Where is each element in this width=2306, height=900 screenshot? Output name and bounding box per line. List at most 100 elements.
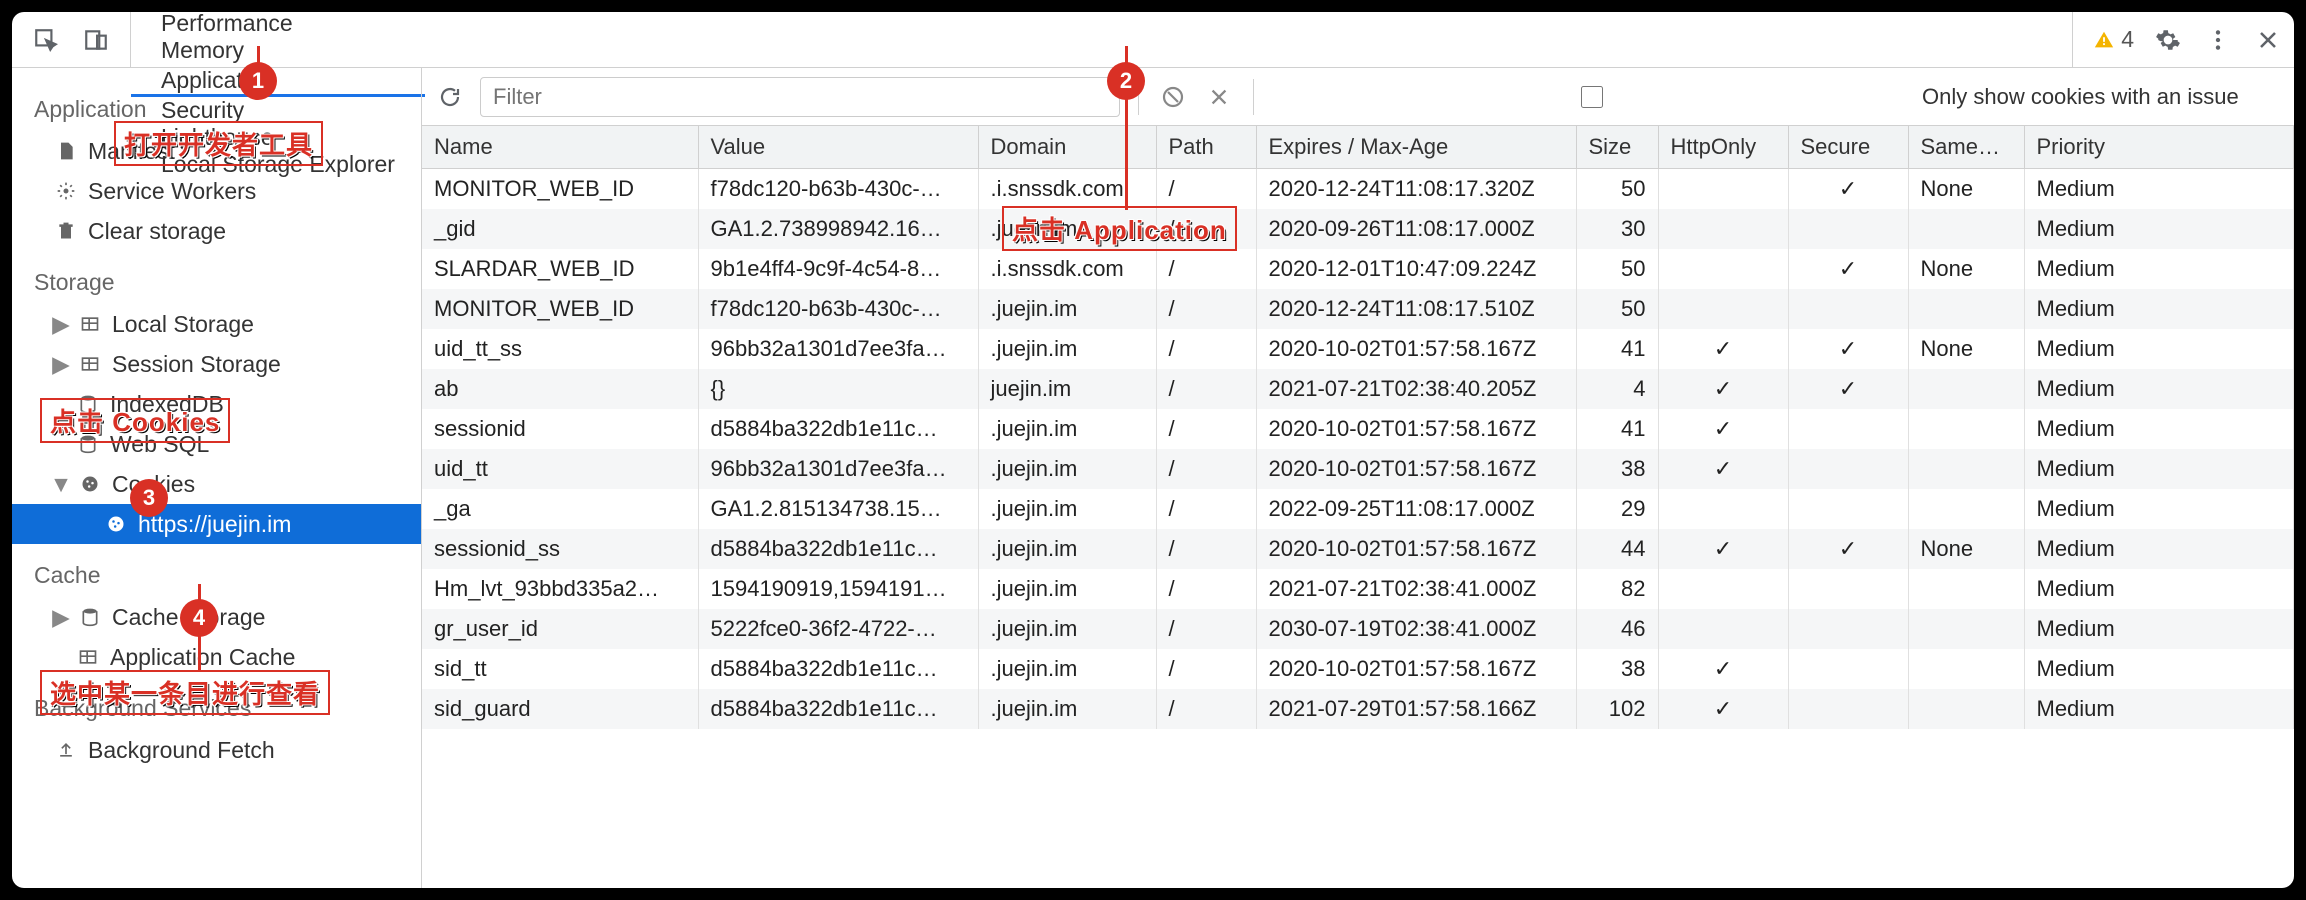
table-row[interactable]: sessionid_ssd5884ba322db1e11c….juejin.im… [422, 529, 2294, 569]
table-row[interactable]: _gidGA1.2.738998942.16….juejin.im/2020-0… [422, 209, 2294, 249]
column-header[interactable]: HttpOnly [1658, 126, 1788, 169]
cell-size: 4 [1576, 369, 1658, 409]
cell-http: ✓ [1658, 529, 1788, 569]
cookie-icon [104, 512, 128, 536]
refresh-icon[interactable] [434, 81, 466, 113]
table-row[interactable]: Hm_lvt_93bbd335a2…1594190919,1594191….ju… [422, 569, 2294, 609]
cell-http: ✓ [1658, 369, 1788, 409]
cell-prio: Medium [2024, 209, 2294, 249]
cell-http [1658, 609, 1788, 649]
annotation-line [1125, 98, 1128, 210]
device-toolbar-icon[interactable] [80, 24, 112, 56]
cell-exp: 2020-12-01T10:47:09.224Z [1256, 249, 1576, 289]
column-header[interactable]: SameS… [1908, 126, 2024, 169]
cell-exp: 2021-07-21T02:38:41.000Z [1256, 569, 1576, 609]
trash-icon [54, 219, 78, 243]
cell-name: _ga [422, 489, 698, 529]
cell-path: / [1156, 649, 1256, 689]
devtools-window: ElementsConsoleSourcesNetworkPerformance… [12, 12, 2294, 888]
only-issues-label: Only show cookies with an issue [1922, 84, 2239, 110]
cell-prio: Medium [2024, 329, 2294, 369]
cell-same [1908, 289, 2024, 329]
sidebar-item-label: Application Cache [110, 644, 295, 671]
cell-sec [1788, 689, 1908, 729]
column-header[interactable]: Name [422, 126, 698, 169]
column-header[interactable]: Secure [1788, 126, 1908, 169]
cell-prio: Medium [2024, 569, 2294, 609]
cell-prio: Medium [2024, 649, 2294, 689]
cell-same [1908, 209, 2024, 249]
column-header[interactable]: Size [1576, 126, 1658, 169]
chevron-right-icon: ▶ [54, 311, 68, 338]
cell-name: ab [422, 369, 698, 409]
sidebar-item-local-storage[interactable]: ▶Local Storage [34, 304, 421, 344]
table-row[interactable]: sessionidd5884ba322db1e11c….juejin.im/20… [422, 409, 2294, 449]
cell-http [1658, 209, 1788, 249]
table-row[interactable]: SLARDAR_WEB_ID9b1e4ff4-9c9f-4c54-8….i.sn… [422, 249, 2294, 289]
cell-path: / [1156, 569, 1256, 609]
cell-value: 9b1e4ff4-9c9f-4c54-8… [698, 249, 978, 289]
only-issues-input[interactable] [1272, 86, 1912, 108]
column-header[interactable]: Value [698, 126, 978, 169]
table-row[interactable]: MONITOR_WEB_IDf78dc120-b63b-430c-….i.sns… [422, 169, 2294, 209]
divider [1253, 79, 1254, 115]
gear-icon[interactable] [2152, 24, 2184, 56]
sidebar-item-label: Session Storage [112, 351, 281, 378]
table-row[interactable]: uid_tt96bb32a1301d7ee3fa….juejin.im/2020… [422, 449, 2294, 489]
sidebar-item-clear-storage[interactable]: Clear storage [34, 211, 421, 251]
sidebar-item-service-workers[interactable]: Service Workers [34, 171, 421, 211]
inspect-element-icon[interactable] [30, 24, 62, 56]
cell-sec: ✓ [1788, 169, 1908, 209]
tab-memory[interactable]: Memory [131, 37, 425, 64]
sidebar-item-cache-storage[interactable]: ▶Cache Storage [34, 597, 421, 637]
cell-size: 29 [1576, 489, 1658, 529]
close-icon[interactable] [2252, 24, 2284, 56]
table-row[interactable]: MONITOR_WEB_IDf78dc120-b63b-430c-….jueji… [422, 289, 2294, 329]
annotation-3: 点击 Cookies [40, 398, 230, 443]
clear-all-icon[interactable] [1157, 81, 1189, 113]
warnings-badge[interactable]: 4 [2093, 26, 2134, 53]
sidebar-item-background-fetch[interactable]: Background Fetch [34, 730, 421, 770]
cell-value: {} [698, 369, 978, 409]
cell-prio: Medium [2024, 369, 2294, 409]
cell-name: sid_tt [422, 649, 698, 689]
cookies-panel: Only show cookies with an issue NameValu… [422, 68, 2294, 888]
cell-exp: 2020-10-02T01:57:58.167Z [1256, 529, 1576, 569]
table-row[interactable]: sid_guardd5884ba322db1e11c….juejin.im/20… [422, 689, 2294, 729]
column-header[interactable]: Expires / Max-Age [1256, 126, 1576, 169]
cell-prio: Medium [2024, 449, 2294, 489]
column-header[interactable]: Path [1156, 126, 1256, 169]
cell-prio: Medium [2024, 489, 2294, 529]
table-row[interactable]: ab{}juejin.im/2021-07-21T02:38:40.205Z4✓… [422, 369, 2294, 409]
table-row[interactable]: uid_tt_ss96bb32a1301d7ee3fa….juejin.im/2… [422, 329, 2294, 369]
filter-input[interactable] [480, 77, 1120, 117]
cell-http [1658, 569, 1788, 609]
annotation-4: 选中某一条目进行查看 [40, 670, 330, 715]
delete-icon[interactable] [1203, 81, 1235, 113]
cell-same [1908, 609, 2024, 649]
column-header[interactable]: Priority [2024, 126, 2294, 169]
tab-performance[interactable]: Performance [131, 12, 425, 37]
cell-name: uid_tt_ss [422, 329, 698, 369]
sidebar-item-cookies[interactable]: ▼Cookies [34, 464, 421, 504]
cell-same [1908, 689, 2024, 729]
cell-sec [1788, 489, 1908, 529]
only-issues-checkbox[interactable]: Only show cookies with an issue [1272, 84, 2239, 110]
table-row[interactable]: gr_user_id5222fce0-36f2-4722-….juejin.im… [422, 609, 2294, 649]
column-header[interactable]: Domain [978, 126, 1156, 169]
cell-prio: Medium [2024, 169, 2294, 209]
cell-prio: Medium [2024, 289, 2294, 329]
table-row[interactable]: sid_ttd5884ba322db1e11c….juejin.im/2020-… [422, 649, 2294, 689]
sidebar-item-session-storage[interactable]: ▶Session Storage [34, 344, 421, 384]
table-row[interactable]: _gaGA1.2.815134738.15….juejin.im/2022-09… [422, 489, 2294, 529]
cell-same: None [1908, 529, 2024, 569]
cell-name: sid_guard [422, 689, 698, 729]
chevron-down-icon: ▼ [54, 471, 68, 498]
cell-path: / [1156, 609, 1256, 649]
cell-value: d5884ba322db1e11c… [698, 529, 978, 569]
sidebar-item-cookies-origin[interactable]: https://juejin.im [12, 504, 421, 544]
cell-name: SLARDAR_WEB_ID [422, 249, 698, 289]
cell-same [1908, 369, 2024, 409]
kebab-icon[interactable] [2202, 24, 2234, 56]
cell-size: 50 [1576, 289, 1658, 329]
